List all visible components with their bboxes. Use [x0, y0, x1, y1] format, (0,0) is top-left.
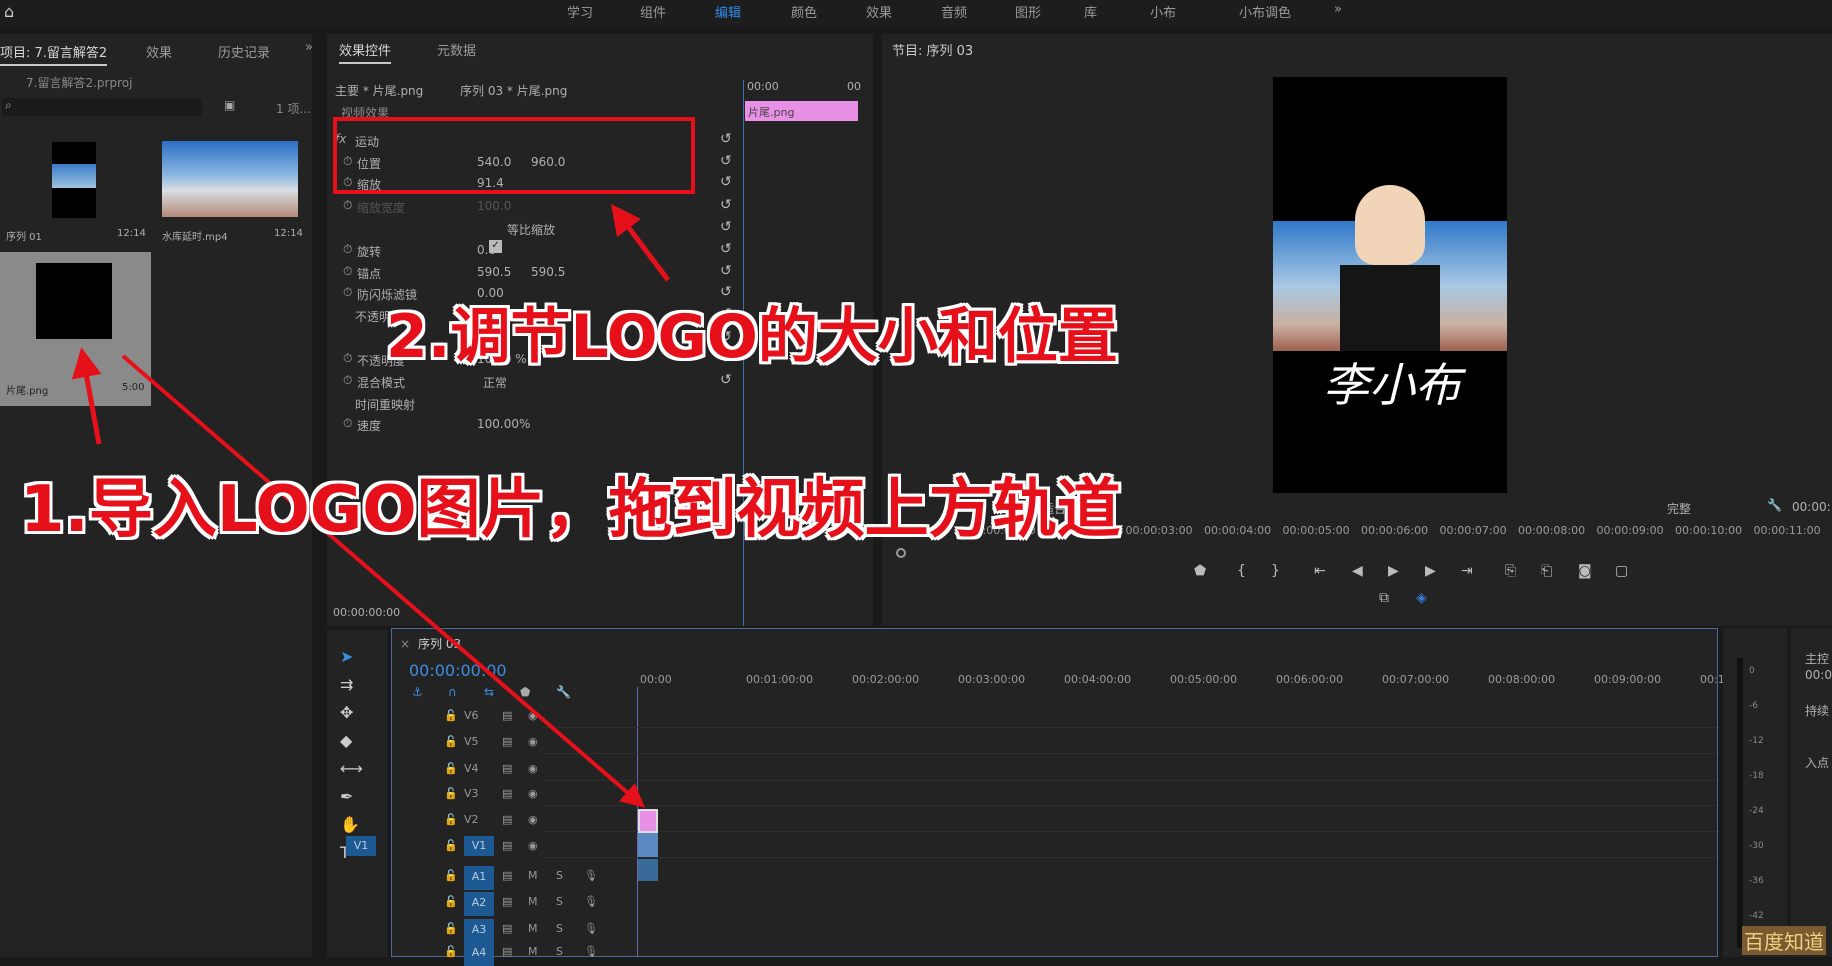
step1-annotation: 1.导入LOGO图片，拖到视频上方轨道 — [20, 458, 1121, 550]
arrow-to-track — [123, 356, 636, 800]
arrow-to-motion — [620, 216, 668, 280]
arrow-to-project-item — [84, 362, 99, 444]
step2-annotation: 2.调节LOGO的大小和位置 — [386, 288, 1118, 375]
watermark: 百度知道 — [1742, 926, 1826, 955]
